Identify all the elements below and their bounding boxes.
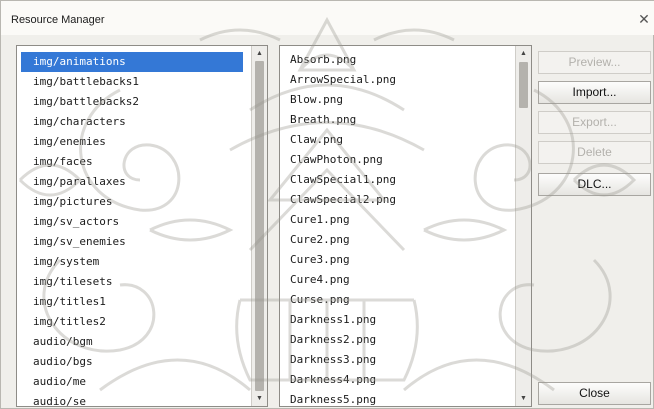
folder-list-item[interactable]: img/characters [17, 112, 251, 132]
folder-list-item[interactable]: img/battlebacks2 [17, 92, 251, 112]
import-button[interactable]: Import... [538, 81, 651, 104]
scroll-down-arrow-icon[interactable]: ▼ [516, 391, 531, 406]
file-list-item[interactable]: Darkness1.png [280, 310, 515, 330]
folder-list-item[interactable]: img/system [17, 252, 251, 272]
file-list-items: Absorb.png ArrowSpecial.png Blow.png Breath… [280, 46, 515, 406]
scroll-thumb[interactable] [519, 62, 528, 108]
folder-list-item[interactable]: audio/se [17, 392, 251, 406]
file-list-item[interactable]: Darkness3.png [280, 350, 515, 370]
scroll-down-arrow-icon[interactable]: ▼ [252, 391, 267, 406]
folder-list-item[interactable]: img/titles2 [17, 312, 251, 332]
file-list-item[interactable]: Cure1.png [280, 210, 515, 230]
folder-list-item[interactable]: img/faces [17, 152, 251, 172]
folder-list-item[interactable]: img/titles1 [17, 292, 251, 312]
folder-list-item[interactable]: img/animations [21, 52, 243, 72]
folder-list-item[interactable]: img/enemies [17, 132, 251, 152]
file-list-item[interactable]: ClawPhoton.png [280, 150, 515, 170]
folder-list-item[interactable]: audio/bgm [17, 332, 251, 352]
title-bar[interactable]: Resource Manager ✕ [1, 1, 654, 35]
scroll-thumb[interactable] [255, 61, 264, 391]
export-button[interactable]: Export... [538, 111, 651, 134]
delete-button[interactable]: Delete [538, 141, 651, 164]
preview-button[interactable]: Preview... [538, 51, 651, 74]
folder-list-item[interactable]: img/parallaxes [17, 172, 251, 192]
file-list[interactable]: Absorb.png ArrowSpecial.png Blow.png Breath… [279, 45, 532, 407]
file-list-item[interactable]: ClawSpecial2.png [280, 190, 515, 210]
close-icon[interactable]: ✕ [637, 11, 651, 27]
file-list-item[interactable]: Cure2.png [280, 230, 515, 250]
file-list-item[interactable]: Darkness2.png [280, 330, 515, 350]
folder-list-item[interactable]: img/sv_actors [17, 212, 251, 232]
file-list-item[interactable]: ClawSpecial1.png [280, 170, 515, 190]
folder-list-item[interactable]: audio/me [17, 372, 251, 392]
folder-list-scrollbar[interactable]: ▲ ▼ [251, 46, 267, 406]
folder-list-item[interactable]: audio/bgs [17, 352, 251, 372]
folder-list-item[interactable]: img/battlebacks1 [17, 72, 251, 92]
window-title: Resource Manager [11, 14, 105, 26]
scroll-up-arrow-icon[interactable]: ▲ [516, 46, 531, 61]
folder-list[interactable]: img/animations img/battlebacks1 img/battle… [16, 45, 268, 407]
folder-list-item[interactable]: img/tilesets [17, 272, 251, 292]
file-list-item[interactable]: Claw.png [280, 130, 515, 150]
scroll-up-arrow-icon[interactable]: ▲ [252, 46, 267, 61]
file-list-item[interactable]: Darkness5.png [280, 390, 515, 406]
file-list-item[interactable]: Cure3.png [280, 250, 515, 270]
file-list-item[interactable]: Breath.png [280, 110, 515, 130]
folder-list-items: img/animations img/battlebacks1 img/battle… [17, 46, 251, 406]
close-button[interactable]: Close [538, 382, 651, 405]
file-list-item[interactable]: Blow.png [280, 90, 515, 110]
file-list-item[interactable]: Curse.png [280, 290, 515, 310]
file-list-item[interactable]: Darkness4.png [280, 370, 515, 390]
file-list-item[interactable]: Cure4.png [280, 270, 515, 290]
file-list-scrollbar[interactable]: ▲ ▼ [515, 46, 531, 406]
file-list-item[interactable]: ArrowSpecial.png [280, 70, 515, 90]
resource-manager-dialog: Resource Manager ✕ img/animations img/bat… [0, 0, 654, 409]
file-list-item[interactable]: Absorb.png [280, 50, 515, 70]
dlc-button[interactable]: DLC... [538, 173, 651, 196]
folder-list-item[interactable]: img/pictures [17, 192, 251, 212]
folder-list-item[interactable]: img/sv_enemies [17, 232, 251, 252]
